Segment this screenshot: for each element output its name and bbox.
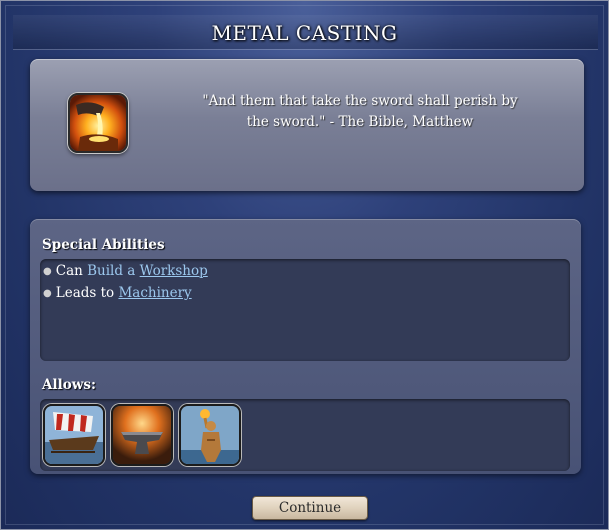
list-item: ● Can Build a Workshop: [43, 263, 208, 279]
bullet-icon: ●: [43, 288, 52, 299]
build-action-link[interactable]: Build a: [87, 263, 135, 279]
galley-ship-icon[interactable]: [43, 404, 105, 466]
machinery-link[interactable]: Machinery: [118, 285, 191, 301]
colossus-statue-icon[interactable]: [179, 404, 241, 466]
molten-metal-pour-icon: [68, 93, 128, 153]
tech-quote: "And them that take the sword shall peri…: [202, 93, 518, 130]
quote-panel: "And them that take the sword shall peri…: [30, 59, 584, 191]
workshop-link[interactable]: Workshop: [140, 263, 208, 279]
bullet-icon: ●: [43, 266, 52, 277]
ability-prefix: Leads to: [55, 285, 115, 301]
special-abilities-heading: Special Abilities: [42, 237, 165, 253]
allows-heading: Allows:: [42, 377, 96, 393]
tech-popup-window: METAL CASTING "And them that take the sw…: [0, 0, 609, 530]
ability-prefix: Can: [55, 263, 83, 279]
popup-title: METAL CASTING: [211, 21, 398, 45]
anvil-forge-icon[interactable]: [111, 404, 173, 466]
abilities-panel: Special Abilities ● Can Build a Workshop …: [30, 219, 581, 474]
abilities-list: ● Can Build a Workshop ● Leads to Machiner…: [40, 259, 570, 361]
continue-button[interactable]: Continue: [252, 496, 368, 520]
allows-list: [40, 399, 570, 471]
list-item: ● Leads to Machinery: [43, 285, 192, 301]
